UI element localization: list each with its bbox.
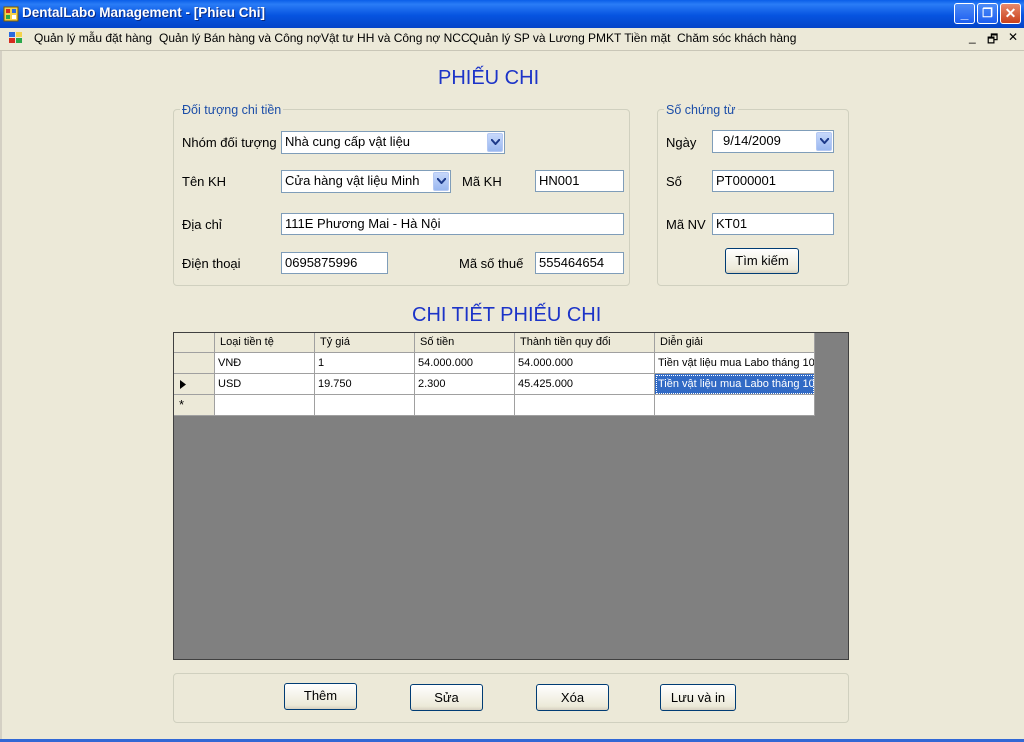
customer-label: Tên KH xyxy=(182,174,227,189)
menu-products-salary[interactable]: Quản lý SP và Lương xyxy=(469,31,585,45)
chevron-down-icon[interactable] xyxy=(487,133,503,152)
new-row-cell[interactable] xyxy=(315,395,415,416)
employee-field[interactable]: KT01 xyxy=(712,213,834,235)
phone-field[interactable]: 0695875996 xyxy=(281,252,388,274)
grid-corner-header xyxy=(174,333,215,353)
cell-amount[interactable]: 2.300 xyxy=(415,374,515,395)
cell-currency[interactable]: USD xyxy=(215,374,315,395)
group-select-value: Nhà cung cấp vật liệu xyxy=(285,134,411,149)
page-title: PHIẾU CHI xyxy=(438,67,540,89)
menu-cash-accounting[interactable]: PMKT Tiền mặt xyxy=(588,31,670,45)
date-label: Ngày xyxy=(666,135,697,150)
mdi-minimize-button[interactable]: _ xyxy=(969,30,976,44)
column-header-converted[interactable]: Thành tiền quy đổi xyxy=(515,333,655,353)
menu-order-samples[interactable]: Quản lý mẫu đặt hàng xyxy=(34,31,152,45)
window-title: DentalLabo Management - [Phieu Chi] xyxy=(22,5,266,20)
customer-code-field[interactable]: HN001 xyxy=(535,170,624,192)
form-icon xyxy=(9,32,22,43)
row-header-current[interactable] xyxy=(174,374,215,395)
voucher-number-field[interactable]: PT000001 xyxy=(712,170,834,192)
column-header-currency[interactable]: Loại tiền tệ xyxy=(215,333,315,353)
chevron-down-icon[interactable] xyxy=(816,132,832,151)
menu-sales-debt[interactable]: Quản lý Bán hàng và Công nợ xyxy=(159,31,321,45)
column-header-description[interactable]: Diễn giải xyxy=(655,333,815,353)
date-picker[interactable]: 9/14/2009 xyxy=(712,130,834,153)
restore-button[interactable]: ❐ xyxy=(977,3,998,24)
tax-code-field[interactable]: 555464654 xyxy=(535,252,624,274)
employee-label: Mã NV xyxy=(666,217,706,232)
detail-title: CHI TIẾT PHIẾU CHI xyxy=(412,304,602,326)
edit-button[interactable]: Sửa xyxy=(410,684,483,711)
new-row-cell[interactable] xyxy=(515,395,655,416)
tax-code-label: Mã số thuế xyxy=(459,256,524,271)
delete-button[interactable]: Xóa xyxy=(536,684,609,711)
menu-materials-suppliers[interactable]: Vật tư HH và Công nợ NCC xyxy=(321,31,470,45)
date-picker-value: 9/14/2009 xyxy=(723,133,781,148)
action-panel xyxy=(173,673,849,723)
cell-converted[interactable]: 54.000.000 xyxy=(515,353,655,374)
mdi-restore-button[interactable]: 🗗 xyxy=(987,30,998,51)
column-header-amount[interactable]: Số tiền xyxy=(415,333,515,353)
search-button[interactable]: Tìm kiếm xyxy=(725,248,799,274)
customer-select-value: Cửa hàng vật liệu Minh xyxy=(285,173,420,188)
voucher-number-label: Số xyxy=(666,174,682,189)
new-row-header[interactable]: * xyxy=(174,395,215,416)
address-field[interactable]: 111E Phương Mai - Hà Nội xyxy=(281,213,624,235)
address-label: Địa chỉ xyxy=(182,217,222,232)
voucher-group-legend: Số chứng từ xyxy=(664,103,738,117)
app-icon xyxy=(3,6,19,22)
menu-customer-care[interactable]: Chăm sóc khách hàng xyxy=(677,31,796,45)
phone-label: Điện thoại xyxy=(182,256,241,271)
cell-description[interactable]: Tiền vật liệu mua Labo tháng 10 xyxy=(655,353,815,374)
chevron-down-icon[interactable] xyxy=(433,172,449,191)
payee-group-legend: Đối tượng chi tiền xyxy=(180,103,284,117)
cell-currency[interactable]: VNĐ xyxy=(215,353,315,374)
group-select[interactable]: Nhà cung cấp vật liệu xyxy=(281,131,505,154)
save-print-button[interactable]: Lưu và in xyxy=(660,684,736,711)
customer-select[interactable]: Cửa hàng vật liệu Minh xyxy=(281,170,451,193)
minimize-button[interactable]: _ xyxy=(954,3,975,24)
cell-converted[interactable]: 45.425.000 xyxy=(515,374,655,395)
close-button[interactable]: ✕ xyxy=(1000,3,1021,24)
row-header[interactable] xyxy=(174,353,215,374)
cell-description-selected[interactable]: Tiền vật liệu mua Labo tháng 10 xyxy=(655,374,815,395)
cell-amount[interactable]: 54.000.000 xyxy=(415,353,515,374)
current-row-icon xyxy=(180,380,186,389)
cell-rate[interactable]: 19.750 xyxy=(315,374,415,395)
new-row-cell[interactable] xyxy=(415,395,515,416)
cell-rate[interactable]: 1 xyxy=(315,353,415,374)
new-row-cell[interactable] xyxy=(215,395,315,416)
add-button[interactable]: Thêm xyxy=(284,683,357,710)
mdi-close-button[interactable]: ✕ xyxy=(1008,30,1018,44)
new-row-cell[interactable] xyxy=(655,395,815,416)
group-label: Nhóm đối tượng xyxy=(182,135,277,150)
column-header-rate[interactable]: Tỷ giá xyxy=(315,333,415,353)
customer-code-label: Mã KH xyxy=(462,174,502,189)
